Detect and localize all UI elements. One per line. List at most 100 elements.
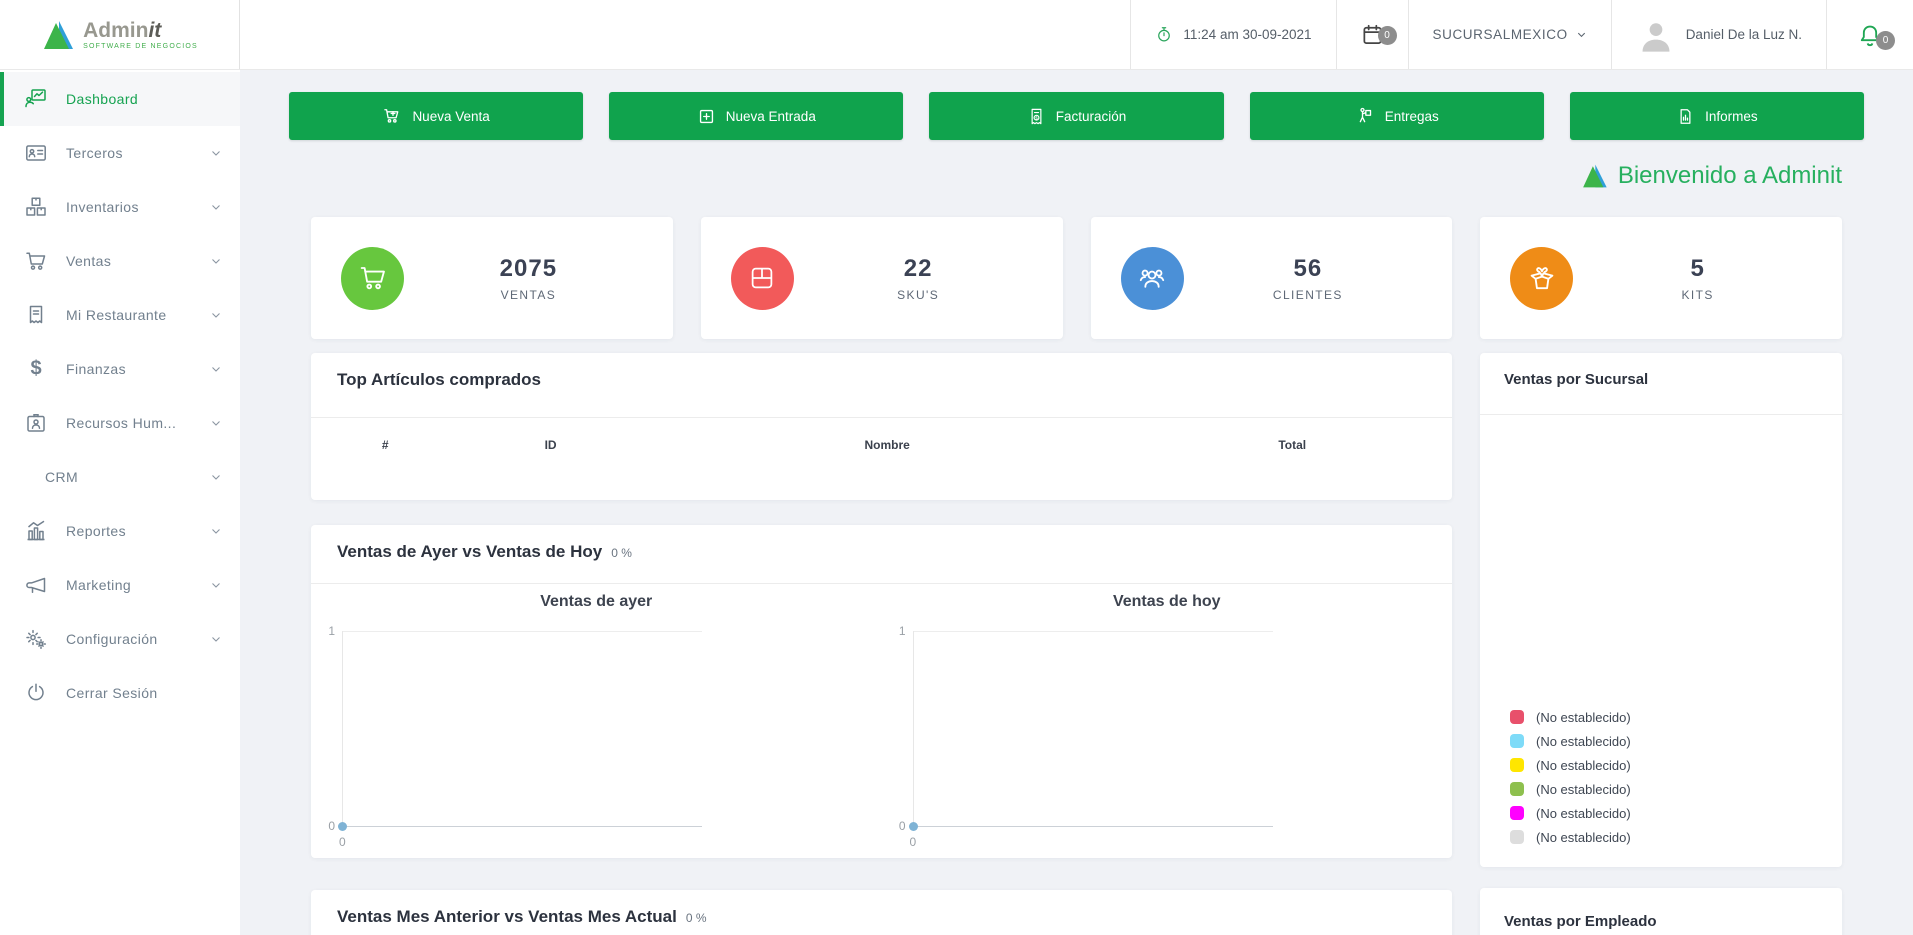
stat-value: 5	[1573, 255, 1822, 283]
sidebar-item-label: Terceros	[66, 145, 210, 161]
dashboard-icon	[24, 87, 48, 111]
action-button-label: Entregas	[1385, 109, 1439, 124]
pie-chart-area	[1480, 415, 1842, 705]
sidebar-item-label: Inventarios	[66, 199, 210, 215]
legend-label: (No establecido)	[1536, 710, 1631, 725]
stats-row: 2075 VENTAS 22 SKU'S 56	[311, 217, 1842, 339]
chart-title: Ventas de ayer	[311, 592, 882, 612]
welcome-banner: Bienvenido a Adminit	[289, 158, 1842, 194]
stat-card-kits: 5 KITS	[1480, 217, 1842, 339]
stat-card-skus: 22 SKU'S	[701, 217, 1063, 339]
chevron-down-icon	[210, 471, 222, 483]
chevron-down-icon	[210, 309, 222, 321]
adminit-triangle-logo	[1581, 163, 1608, 189]
sidebar-item-configuracion[interactable]: Configuración	[0, 612, 240, 666]
sidebar-item-crm[interactable]: CRM	[0, 450, 240, 504]
sales-month-card: Ventas Mes Anterior vs Ventas Mes Actual…	[311, 890, 1452, 935]
y-axis-tick: 1	[328, 624, 335, 638]
user-menu[interactable]: Daniel De la Luz N.	[1611, 0, 1826, 69]
sidebar-item-inventarios[interactable]: Inventarios	[0, 180, 240, 234]
datetime-text: 11:24 am 30-09-2021	[1183, 27, 1311, 42]
branch-sales-card: Ventas por Sucursal (No establecido) (No…	[1480, 353, 1842, 867]
legend-label: (No establecido)	[1536, 782, 1631, 797]
package-icon	[731, 247, 794, 310]
gears-icon	[24, 627, 48, 651]
brand-tagline: SOFTWARE DE NEGOCIOS	[83, 43, 198, 50]
y-axis-tick: 0	[899, 819, 906, 833]
chart-plot-area: 1 0 0	[913, 631, 1273, 827]
legend-label: (No establecido)	[1536, 830, 1631, 845]
sales-month-percent: 0 %	[686, 911, 707, 925]
calendar-badge: 0	[1378, 26, 1397, 45]
stat-card-clientes: 56 CLIENTES	[1091, 217, 1453, 339]
legend-label: (No establecido)	[1536, 758, 1631, 773]
facturacion-button[interactable]: $ Facturación	[929, 92, 1223, 140]
stat-label: CLIENTES	[1184, 288, 1433, 302]
sidebar-item-finanzas[interactable]: $ Finanzas	[0, 342, 240, 396]
x-axis-tick: 0	[339, 835, 346, 849]
data-point	[909, 822, 918, 831]
user-name: Daniel De la Luz N.	[1686, 27, 1802, 42]
app-logo[interactable]: Adminit SOFTWARE DE NEGOCIOS	[0, 0, 240, 69]
report-document-icon	[1676, 107, 1695, 126]
sidebar-item-recursos-humanos[interactable]: Recursos Hum...	[0, 396, 240, 450]
legend-label: (No establecido)	[1536, 806, 1631, 821]
notifications[interactable]: 0	[1826, 0, 1913, 69]
branch-selector[interactable]: SUCURSALMEXICO	[1408, 0, 1611, 69]
legend-item: (No establecido)	[1510, 729, 1842, 753]
legend-swatch	[1510, 710, 1524, 724]
legend-item: (No establecido)	[1510, 777, 1842, 801]
stat-label: KITS	[1573, 288, 1822, 302]
chart-title: Ventas de hoy	[882, 592, 1453, 612]
column-header: #	[311, 438, 459, 452]
branch-name: SUCURSALMEXICO	[1433, 27, 1568, 42]
chevron-down-icon	[210, 363, 222, 375]
header-calendar[interactable]: 0	[1336, 0, 1408, 69]
sidebar-item-reportes[interactable]: Reportes	[0, 504, 240, 558]
chart-ventas-de-hoy: Ventas de hoy 1 0 0	[882, 590, 1453, 827]
sidebar-item-ventas[interactable]: Ventas	[0, 234, 240, 288]
action-button-label: Informes	[1705, 109, 1758, 124]
sidebar-nav: Dashboard Terceros Inventarios	[0, 70, 240, 935]
receipt-icon	[24, 303, 48, 327]
entregas-button[interactable]: Entregas	[1250, 92, 1544, 140]
power-icon	[24, 681, 48, 705]
stat-value: 56	[1184, 255, 1433, 283]
y-axis-tick: 1	[899, 624, 906, 638]
top-articles-title: Top Artículos comprados	[337, 370, 541, 390]
sidebar-item-mi-restaurante[interactable]: Mi Restaurante	[0, 288, 240, 342]
invoice-icon: $	[1027, 107, 1046, 126]
chevron-down-icon	[1576, 29, 1587, 40]
sidebar-item-marketing[interactable]: Marketing	[0, 558, 240, 612]
stat-label: VENTAS	[404, 288, 653, 302]
sidebar-item-terceros[interactable]: Terceros	[0, 126, 240, 180]
nueva-venta-button[interactable]: Nueva Venta	[289, 92, 583, 140]
x-axis-tick: 0	[910, 835, 917, 849]
sales-day-title: Ventas de Ayer vs Ventas de Hoy	[337, 542, 602, 562]
sidebar-item-cerrar-sesion[interactable]: Cerrar Sesión	[0, 666, 240, 720]
gift-box-icon	[1510, 247, 1573, 310]
svg-text:$: $	[1035, 115, 1038, 121]
column-header: Nombre	[642, 438, 1133, 452]
sidebar-item-dashboard[interactable]: Dashboard	[0, 72, 240, 126]
stat-value: 22	[794, 255, 1043, 283]
sidebar-item-label: Reportes	[66, 523, 210, 539]
action-button-label: Nueva Entrada	[726, 109, 816, 124]
timer-icon	[1155, 25, 1173, 44]
informes-button[interactable]: Informes	[1570, 92, 1864, 140]
delivery-person-icon	[1355, 106, 1375, 126]
sales-day-percent: 0 %	[611, 546, 632, 560]
sidebar-item-label: Configuración	[66, 631, 210, 647]
nueva-entrada-button[interactable]: Nueva Entrada	[609, 92, 903, 140]
chevron-down-icon	[210, 147, 222, 159]
plus-square-icon	[697, 107, 716, 126]
welcome-text: Bienvenido a Adminit	[1618, 162, 1842, 190]
pie-legend: (No establecido) (No establecido) (No es…	[1480, 705, 1842, 867]
y-axis-tick: 0	[328, 819, 335, 833]
chevron-down-icon	[210, 633, 222, 645]
sidebar-item-label: CRM	[45, 469, 210, 485]
notifications-badge: 0	[1876, 31, 1895, 50]
header-datetime: 11:24 am 30-09-2021	[1130, 0, 1335, 69]
top-header: Adminit SOFTWARE DE NEGOCIOS 11:24 am 30…	[0, 0, 1913, 70]
sidebar-item-label: Marketing	[66, 577, 210, 593]
